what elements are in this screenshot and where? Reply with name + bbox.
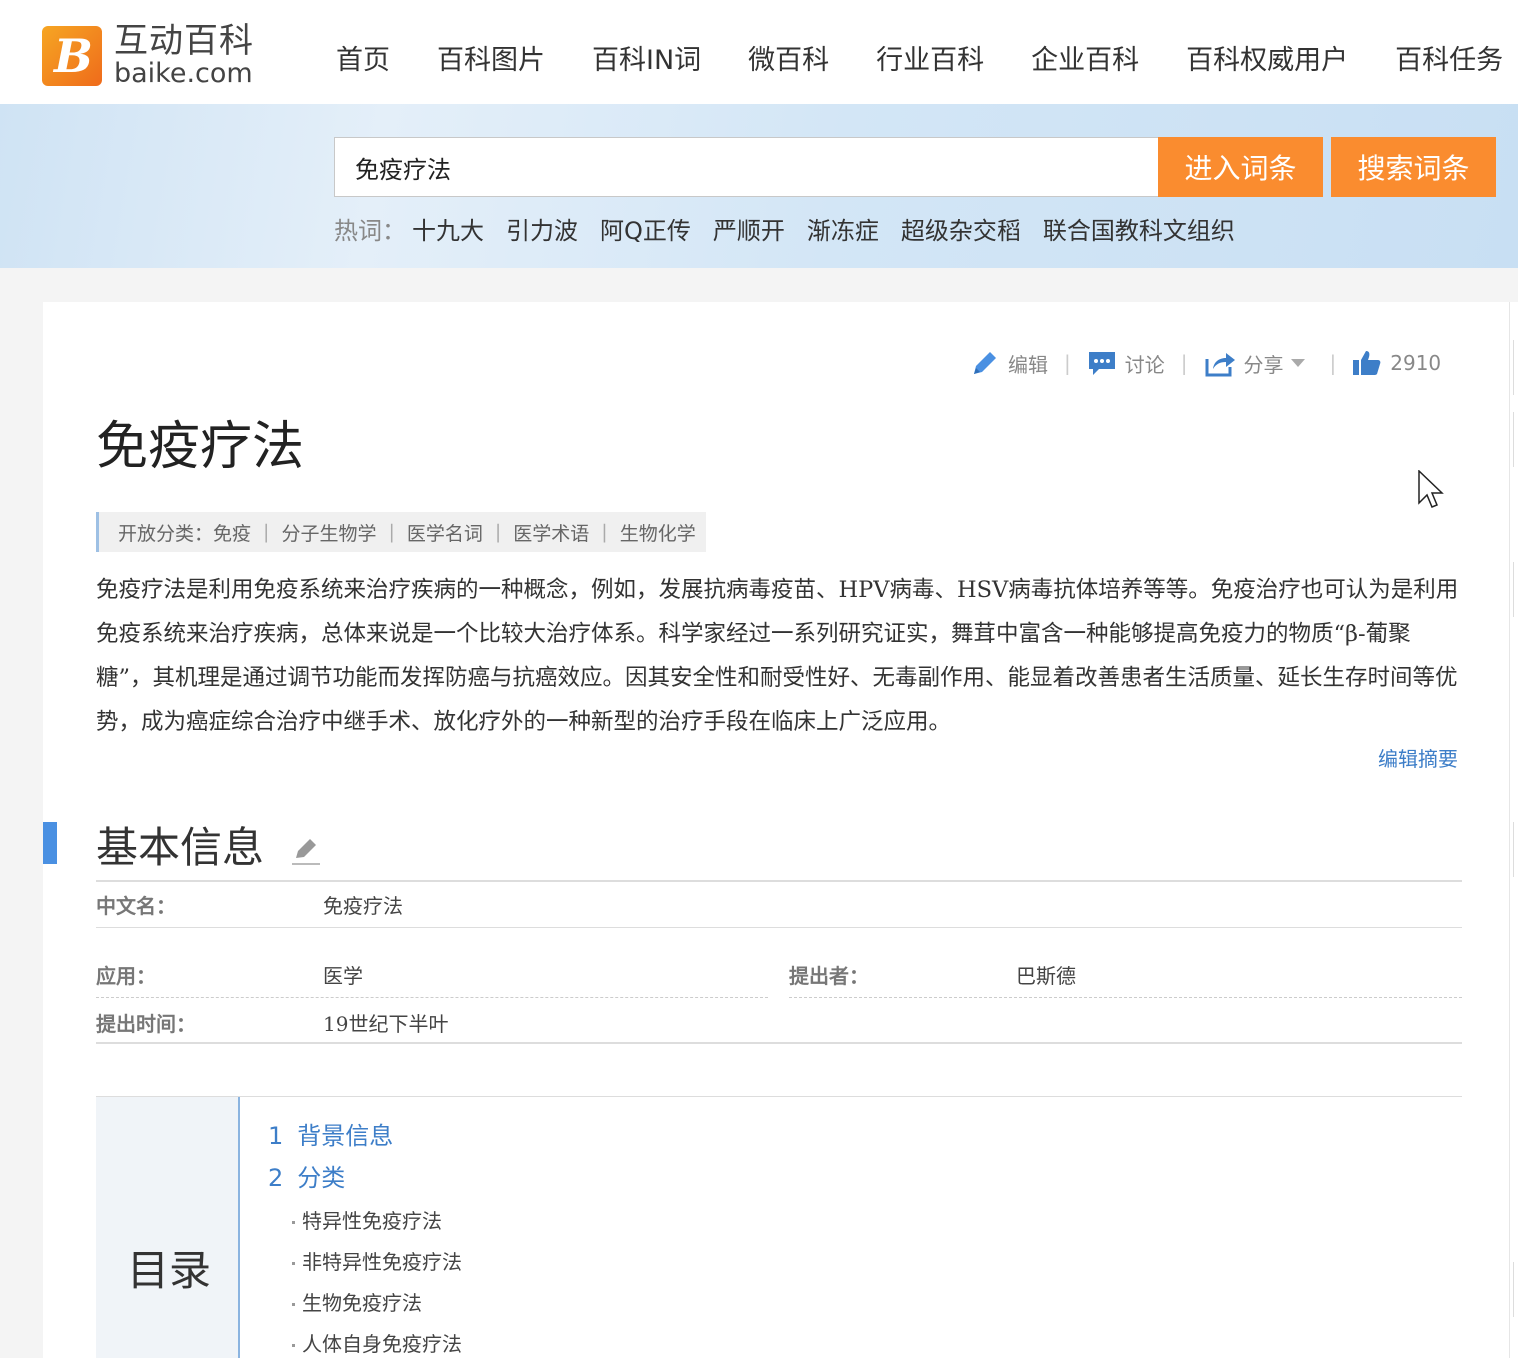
nav-micro-baike[interactable]: 微百科 bbox=[748, 38, 829, 77]
toc-section-link[interactable]: 1 背景信息 bbox=[268, 1117, 462, 1159]
hot-word-link[interactable]: 引力波 bbox=[506, 211, 578, 246]
nav-tasks[interactable]: 百科任务 bbox=[1395, 38, 1503, 77]
like-action[interactable]: 2910 bbox=[1352, 349, 1441, 377]
toc-section-title: 背景信息 bbox=[297, 1122, 394, 1150]
hot-word-link[interactable]: 超级杂交稻 bbox=[901, 211, 1021, 246]
table-of-contents: 目录 1 背景信息 2 分类 特异性免疫疗法 非特异性免疫疗法 生物免疫疗法 人体自… bbox=[96, 1096, 1462, 1358]
nav-enterprise[interactable]: 企业百科 bbox=[1031, 38, 1139, 77]
toc-section-number: 1 bbox=[268, 1122, 284, 1150]
hot-words-label: 热词： bbox=[334, 217, 406, 245]
toc-subsection-link[interactable]: 生物免疫疗法 bbox=[268, 1283, 462, 1324]
nav-images[interactable]: 百科图片 bbox=[437, 38, 545, 77]
open-categories: 开放分类： 免疫 | 分子生物学 | 医学名词 | 医学术语 | 生物化学 bbox=[96, 512, 706, 552]
chat-bubble-icon bbox=[1088, 352, 1115, 375]
info-row: 提出者： 巴斯德 bbox=[789, 952, 1462, 998]
basic-info-heading: 基本信息 bbox=[96, 823, 265, 872]
section-edit-icon[interactable] bbox=[290, 834, 322, 866]
edit-action-label: 编辑 bbox=[1008, 352, 1048, 377]
hot-word-link[interactable]: 严顺开 bbox=[713, 211, 785, 246]
search-band: 进入词条 搜索词条 热词： 十九大 引力波 阿Q正传 严顺开 渐冻症 超级杂交稻… bbox=[0, 104, 1518, 268]
share-action[interactable]: 分享 bbox=[1204, 349, 1314, 378]
edit-summary-link[interactable]: 编辑摘要 bbox=[1378, 743, 1458, 772]
info-value: 免疫疗法 bbox=[323, 894, 403, 918]
basic-info-table: 中文名： 免疫疗法 应用： 医学 提出者： 巴斯德 提出时间： 19世纪下半叶 bbox=[96, 880, 1462, 1044]
site-logo[interactable]: B 互动百科 baike.com bbox=[42, 24, 254, 87]
article-actions: 编辑 | 讨论 | 分享 | 2910 bbox=[970, 348, 1441, 378]
toc-label: 目录 bbox=[127, 1246, 212, 1295]
toc-section-link[interactable]: 2 分类 bbox=[268, 1159, 462, 1201]
enter-entry-button[interactable]: 进入词条 bbox=[1158, 137, 1323, 197]
info-row: 应用： 医学 bbox=[96, 952, 768, 998]
like-count: 2910 bbox=[1390, 351, 1442, 375]
mouse-cursor-icon bbox=[1418, 470, 1444, 508]
main-nav: 首页 百科图片 百科IN词 微百科 行业百科 企业百科 百科权威用户 百科任务 bbox=[336, 38, 1518, 77]
nav-industry[interactable]: 行业百科 bbox=[876, 38, 984, 77]
nav-authority-users[interactable]: 百科权威用户 bbox=[1186, 38, 1348, 77]
logo-mark-icon: B bbox=[42, 25, 102, 86]
hot-word-link[interactable]: 十九大 bbox=[412, 211, 484, 246]
info-row: 提出时间： 19世纪下半叶 bbox=[96, 999, 768, 1045]
search-box bbox=[334, 137, 1160, 197]
right-rail bbox=[1509, 302, 1518, 1358]
info-label: 提出者： bbox=[789, 964, 869, 988]
info-value: 医学 bbox=[323, 964, 363, 988]
category-link[interactable]: 免疫 bbox=[213, 519, 251, 546]
category-link[interactable]: 医学术语 bbox=[513, 519, 589, 546]
toc-subsection-link[interactable]: 特异性免疫疗法 bbox=[268, 1201, 462, 1242]
share-action-label: 分享 bbox=[1243, 352, 1284, 377]
category-link[interactable]: 生物化学 bbox=[620, 519, 696, 546]
info-value: 巴斯德 bbox=[1016, 964, 1076, 988]
info-row: 中文名： 免疫疗法 bbox=[96, 882, 1462, 928]
toc-section-title: 分类 bbox=[297, 1164, 346, 1192]
hot-word-link[interactable]: 联合国教科文组织 bbox=[1043, 211, 1235, 246]
section-marker bbox=[43, 822, 57, 864]
pencil-icon bbox=[974, 352, 996, 374]
discuss-action-label: 讨论 bbox=[1124, 352, 1165, 377]
edit-action[interactable]: 编辑 bbox=[970, 348, 1048, 378]
nav-in-words[interactable]: 百科IN词 bbox=[592, 38, 701, 77]
toc-subsection-link[interactable]: 非特异性免疫疗法 bbox=[268, 1242, 462, 1283]
info-value: 19世纪下半叶 bbox=[323, 1011, 449, 1036]
toc-subsection-link[interactable]: 人体自身免疫疗法 bbox=[268, 1324, 462, 1358]
logo-en-text: baike.com bbox=[114, 58, 253, 89]
logo-cn-text: 互动百科 bbox=[114, 21, 254, 61]
search-entry-button[interactable]: 搜索词条 bbox=[1331, 137, 1496, 197]
top-header: B 互动百科 baike.com 首页 百科图片 百科IN词 微百科 行业百科 … bbox=[0, 0, 1518, 104]
discuss-action[interactable]: 讨论 bbox=[1087, 349, 1165, 378]
article-summary: 免疫疗法是利用免疫系统来治疗疾病的一种概念，例如，发展抗病毒疫苗、HPV病毒、H… bbox=[96, 577, 1459, 735]
nav-home[interactable]: 首页 bbox=[336, 38, 390, 77]
article-title: 免疫疗法 bbox=[96, 417, 305, 477]
category-link[interactable]: 分子生物学 bbox=[281, 519, 376, 546]
hot-word-link[interactable]: 渐冻症 bbox=[807, 211, 879, 246]
hot-words: 热词： 十九大 引力波 阿Q正传 严顺开 渐冻症 超级杂交稻 联合国教科文组织 bbox=[334, 211, 1257, 246]
info-label: 提出时间： bbox=[96, 1011, 196, 1036]
info-label: 中文名： bbox=[96, 894, 176, 918]
toc-list: 1 背景信息 2 分类 特异性免疫疗法 非特异性免疫疗法 生物免疫疗法 人体自身免疫… bbox=[268, 1117, 462, 1358]
thumbs-up-icon bbox=[1353, 351, 1381, 375]
toc-label-box: 目录 bbox=[96, 1097, 240, 1358]
caret-down-icon bbox=[1290, 359, 1305, 367]
hot-word-link[interactable]: 阿Q正传 bbox=[600, 211, 691, 246]
category-link[interactable]: 医学名词 bbox=[407, 519, 483, 546]
toc-section-number: 2 bbox=[268, 1164, 284, 1192]
info-label: 应用： bbox=[96, 964, 156, 988]
share-icon bbox=[1205, 353, 1235, 377]
search-input[interactable] bbox=[335, 138, 1159, 196]
categories-label: 开放分类： bbox=[118, 522, 214, 545]
